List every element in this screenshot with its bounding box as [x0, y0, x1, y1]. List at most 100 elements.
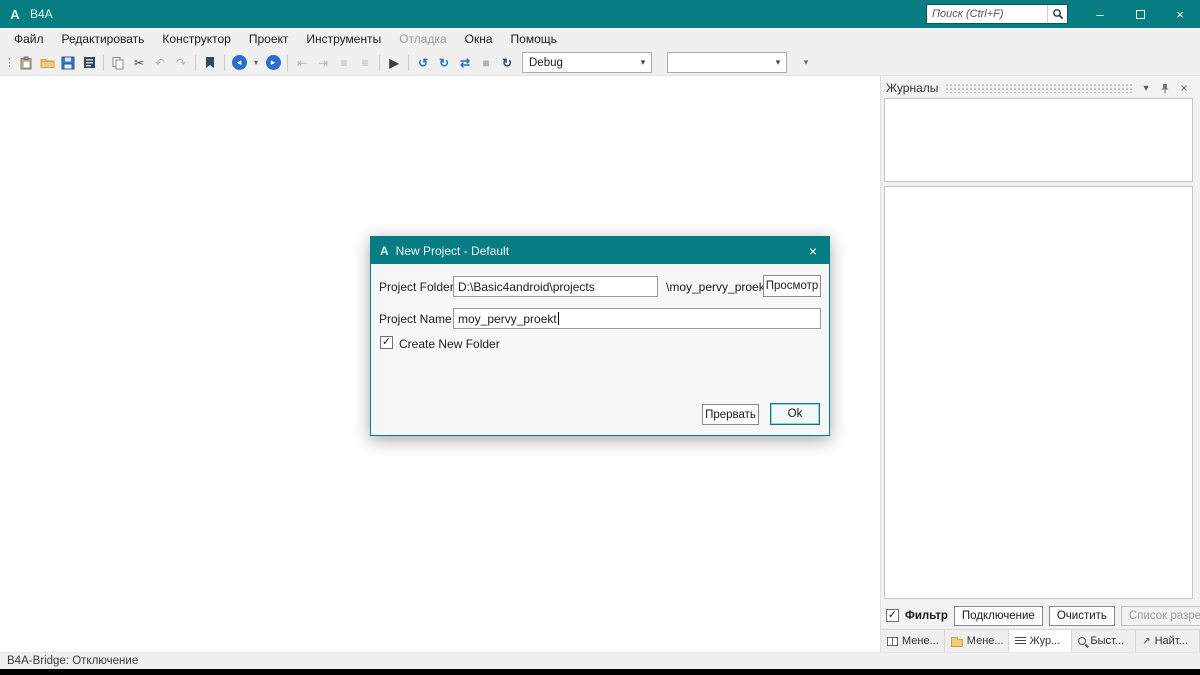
logs-icon	[1014, 636, 1026, 646]
cut-icon[interactable]: ✂	[129, 53, 149, 73]
cancel-button[interactable]: Прервать	[702, 404, 759, 425]
connect-button[interactable]: Подключение	[953, 605, 1043, 626]
panel-texture	[945, 83, 1132, 93]
project-folder-suffix: \moy_pervy_proekt	[666, 280, 769, 294]
window-title: B4A	[30, 7, 53, 21]
menu-file[interactable]: Файл	[5, 32, 53, 46]
new-project-dialog: A New Project - Default × Project Folder…	[370, 236, 830, 436]
project-name-label: Project Name	[379, 312, 452, 326]
tab-modules-manager[interactable]: Мене...	[881, 630, 945, 652]
menu-designer[interactable]: Конструктор	[153, 32, 239, 46]
panel-close-icon[interactable]: ×	[1177, 81, 1191, 95]
main-toolbar: ⋮ ✂ ↶ ↷ ◂ ▾ ▸ ⇤ ⇥ ≡ ≡ ▶ ↺ ↻ ⇄ ■ ↻ Debug …	[0, 50, 1200, 76]
menu-windows[interactable]: Окна	[456, 32, 502, 46]
close-button[interactable]: ×	[1160, 0, 1200, 28]
logs-panel-header: Журналы ▾ ×	[884, 78, 1193, 98]
menu-project[interactable]: Проект	[240, 32, 298, 46]
clean-icon[interactable]: ↻	[497, 53, 517, 73]
create-new-folder-label: Create New Folder	[399, 337, 500, 351]
toolbar-overflow-icon[interactable]: ▾	[796, 53, 816, 73]
files-folder-icon	[950, 636, 963, 647]
tab-files-manager[interactable]: Мене...	[944, 630, 1009, 652]
title-bar: A B4A – ×	[0, 0, 1200, 28]
toolbar-separator	[408, 54, 409, 71]
menu-help[interactable]: Помощь	[502, 32, 566, 46]
minimize-button[interactable]: –	[1080, 0, 1120, 28]
project-name-input[interactable]: moy_pervy_proekt	[453, 308, 821, 329]
log-filter-box[interactable]	[884, 98, 1193, 182]
ok-button[interactable]: Ok	[770, 403, 820, 425]
menu-tools[interactable]: Инструменты	[297, 32, 390, 46]
forward-icon[interactable]: ▸	[263, 53, 283, 73]
dialog-title: New Project - Default	[395, 243, 510, 258]
compile-icon[interactable]: ↻	[434, 53, 454, 73]
menu-edit[interactable]: Редактировать	[53, 32, 154, 46]
menu-bar: Файл Редактировать Конструктор Проект Ин…	[0, 28, 1200, 50]
profile-dropdown[interactable]: ▾	[667, 52, 787, 73]
project-folder-input[interactable]	[453, 276, 658, 297]
text-caret	[557, 312, 559, 325]
uncomment-icon: ≡	[361, 55, 369, 70]
indent-icon: ⇥	[317, 55, 329, 70]
pin-icon[interactable]	[1158, 83, 1172, 94]
stop-icon: ■	[482, 55, 490, 70]
dialog-close-icon[interactable]: ×	[797, 237, 829, 264]
build-configuration-value: Debug	[529, 56, 563, 69]
toolbar-separator	[195, 54, 196, 71]
dialog-title-bar[interactable]: A New Project - Default ×	[371, 237, 829, 264]
bookmark-icon[interactable]	[200, 53, 220, 73]
search-box	[926, 4, 1068, 24]
back-icon[interactable]: ◂	[229, 53, 249, 73]
maximize-button[interactable]	[1120, 0, 1160, 28]
paste-icon[interactable]	[16, 53, 36, 73]
chevron-down-icon: ▾	[640, 57, 646, 67]
logs-panel-controls: ✓ Фильтр Подключение Очистить Список раз…	[884, 603, 1200, 629]
toolbar-separator	[224, 54, 225, 71]
create-new-folder-checkbox[interactable]: ✓	[380, 336, 393, 349]
tab-label: Быст...	[1090, 635, 1125, 647]
run-icon[interactable]: ▶	[384, 53, 404, 73]
tab-quick-search[interactable]: Быст...	[1072, 630, 1137, 652]
search-input[interactable]	[927, 8, 1047, 20]
save-icon[interactable]	[58, 53, 78, 73]
project-folder-label: Project Folder	[379, 280, 454, 294]
find-arrow-icon: ↗	[1142, 635, 1151, 647]
dock-tab-strip: Мене... Мене... Жур... Быст... ↗ Найт...	[881, 629, 1200, 652]
search-icon[interactable]	[1047, 5, 1067, 23]
panel-menu-chevron-down-icon[interactable]: ▾	[1139, 83, 1153, 94]
browse-button[interactable]: Просмотр	[763, 275, 821, 297]
tab-find-all[interactable]: ↗ Найт...	[1136, 630, 1200, 652]
tab-label: Мене...	[902, 635, 939, 647]
toolbar-separator	[379, 54, 380, 71]
search-icon	[1078, 637, 1087, 645]
undo-icon: ↶	[154, 55, 166, 70]
b4a-ide-window: A B4A – × Файл Редактировать Конструктор…	[0, 0, 1200, 675]
permissions-list-button: Список разрешений	[1120, 605, 1200, 626]
toolbar-separator	[287, 54, 288, 71]
open-folder-icon[interactable]	[37, 53, 57, 73]
menu-debug: Отладка	[399, 32, 447, 46]
modules-icon	[887, 636, 898, 646]
dialog-body: Project Folder \moy_pervy_proekt Просмот…	[371, 264, 829, 435]
build-configuration-dropdown[interactable]: Debug ▾	[522, 52, 652, 73]
dialog-logo-icon: A	[380, 243, 389, 258]
clear-button[interactable]: Очистить	[1048, 605, 1115, 626]
log-output-box[interactable]	[884, 186, 1193, 599]
filter-label: Фильтр	[905, 609, 948, 622]
back-dropdown-icon[interactable]: ▾	[250, 53, 262, 73]
filter-checkbox[interactable]: ✓	[886, 609, 899, 622]
logs-panel-title: Журналы	[886, 81, 939, 95]
chevron-down-icon: ▾	[775, 57, 781, 67]
forward-circle: ▸	[265, 55, 281, 70]
status-bar: B4A-Bridge: Отключение	[0, 652, 1200, 669]
bottom-strip	[0, 669, 1200, 675]
toolbar-grip[interactable]: ⋮	[3, 53, 15, 73]
find-icon[interactable]	[79, 53, 99, 73]
copy-icon[interactable]	[108, 53, 128, 73]
tab-logs[interactable]: Жур...	[1008, 630, 1073, 652]
resume-icon[interactable]: ⇄	[455, 53, 475, 73]
tab-label: Мене...	[966, 635, 1004, 647]
redo-icon: ↷	[175, 55, 187, 70]
project-name-value: moy_pervy_proekt	[458, 311, 557, 326]
connect-icon[interactable]: ↺	[413, 53, 433, 73]
